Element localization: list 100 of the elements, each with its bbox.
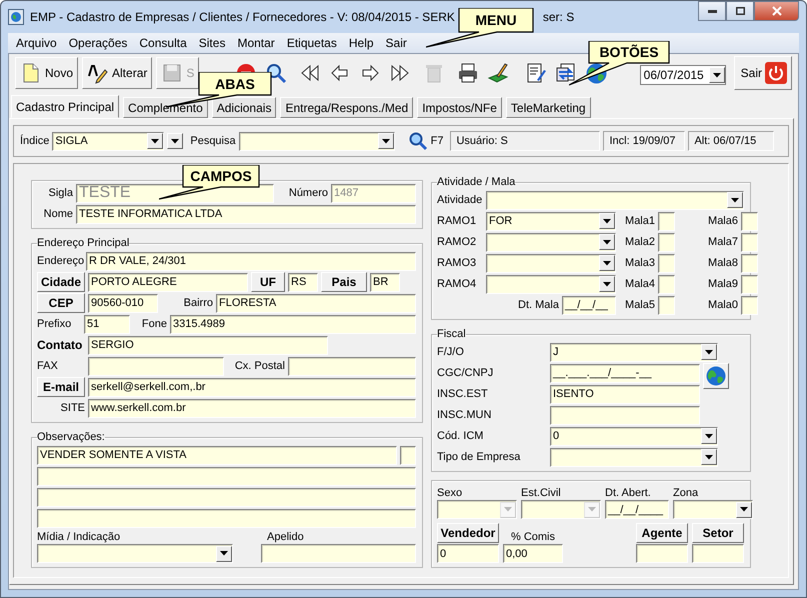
dropdown-field[interactable] — [521, 500, 601, 519]
text-field[interactable]: serkell@serkell.com,.br — [88, 378, 416, 396]
menu-item[interactable]: Arquivo — [10, 36, 63, 50]
globe-button[interactable] — [703, 363, 729, 389]
text-field[interactable] — [658, 232, 675, 252]
text-field[interactable]: PORTO ALEGRE — [88, 272, 248, 292]
dropdown-field[interactable] — [37, 544, 233, 563]
menu-item[interactable]: Operações — [62, 36, 134, 50]
toolbar-button[interactable]: Alterar — [82, 57, 152, 89]
text-field[interactable]: TESTE INFORMATICA LTDA — [76, 204, 416, 224]
caret-down-icon — [220, 551, 228, 556]
text-field[interactable]: __/__/____ — [605, 500, 669, 519]
field-label: Cx. Postal — [234, 360, 285, 372]
dropdown-field[interactable]: J — [550, 342, 718, 362]
caret-down-icon — [603, 218, 611, 224]
minimize-button[interactable] — [698, 1, 726, 21]
text-field[interactable] — [636, 544, 688, 563]
tab[interactable]: Impostos/NFe — [417, 97, 502, 118]
tab[interactable]: Adicionais — [212, 97, 276, 118]
maximize-button[interactable] — [726, 1, 754, 21]
lookup-button[interactable]: Setor — [692, 523, 744, 543]
dropdown-field[interactable]: FOR — [486, 212, 616, 230]
text-field[interactable] — [37, 508, 416, 528]
minimize-icon — [708, 10, 716, 12]
menu-item[interactable]: Consulta — [133, 36, 193, 50]
text-field[interactable]: 3315.4989 — [170, 314, 416, 334]
text-field[interactable]: SERGIO — [88, 336, 328, 354]
text-field[interactable]: RS — [288, 272, 318, 292]
text-field[interactable] — [741, 212, 758, 230]
menu-item[interactable]: Etiquetas — [280, 36, 343, 50]
exit-button[interactable]: Sair — [734, 56, 792, 90]
menu-item[interactable]: Sites — [192, 36, 232, 50]
globe-icon — [706, 366, 726, 386]
dropdown-field[interactable]: 0 — [550, 426, 718, 446]
text-field[interactable]: www.serkell.com.br — [88, 398, 416, 418]
text-field[interactable]: __/__/__ — [562, 296, 616, 314]
dropdown-field[interactable]: SIGLA — [52, 132, 164, 150]
text-field[interactable]: 0,00 — [503, 544, 563, 563]
dropdown-field[interactable] — [238, 132, 395, 150]
lookup-button[interactable]: Agente — [636, 523, 688, 543]
text-field[interactable]: R DR VALE, 24/301 — [86, 252, 416, 270]
close-icon — [772, 6, 782, 16]
text-field[interactable] — [288, 356, 416, 376]
text-field[interactable]: BR — [370, 272, 400, 292]
text-field[interactable] — [658, 212, 675, 230]
dropdown-field[interactable] — [437, 500, 517, 519]
text-field[interactable] — [741, 274, 758, 294]
tab[interactable]: Entrega/Respons./Med — [280, 97, 414, 118]
lookup-button[interactable]: Pais — [321, 272, 367, 292]
text-field[interactable] — [692, 544, 744, 563]
text-field[interactable] — [741, 232, 758, 252]
text-field[interactable] — [261, 544, 416, 563]
menu-item[interactable]: Help — [342, 36, 380, 50]
text-field[interactable] — [741, 296, 758, 314]
menu-item[interactable]: Sair — [380, 36, 413, 50]
window-title: EMP - Cadastro de Empresas / Clientes / Fornecedores - V: 08/04/2015 - SERK — [30, 10, 455, 24]
text-field[interactable]: VENDER SOMENTE A VISTA — [37, 446, 397, 464]
dropdown-field[interactable] — [486, 190, 744, 210]
text-field[interactable] — [550, 406, 700, 424]
text-field[interactable] — [741, 254, 758, 272]
dropdown-field[interactable] — [486, 232, 616, 252]
date-field[interactable]: 06/07/2015 — [640, 65, 726, 85]
lookup-button[interactable]: CEP — [37, 293, 85, 313]
lookup-button[interactable]: UF — [251, 272, 285, 292]
tab[interactable]: Cadastro Principal — [11, 95, 120, 118]
window-title: ser: S — [542, 10, 574, 24]
dropdown-field[interactable] — [486, 274, 616, 294]
text-field[interactable]: 51 — [84, 314, 130, 334]
field-label: Mídia / Indicação — [37, 531, 122, 543]
text-field[interactable] — [658, 296, 675, 314]
text-field[interactable] — [37, 466, 416, 486]
text-field[interactable] — [400, 446, 416, 464]
text-field[interactable] — [658, 274, 675, 294]
lookup-button[interactable]: Vendedor — [437, 523, 499, 543]
field-label: Mala0 — [707, 299, 738, 311]
text-field[interactable] — [658, 254, 675, 272]
field-label: Sigla — [48, 187, 73, 199]
tab[interactable]: TeleMarketing — [506, 97, 591, 118]
dropdown-field[interactable] — [486, 254, 616, 272]
text-field[interactable] — [37, 488, 416, 506]
search-icon — [265, 62, 288, 84]
field-label: Sexo — [437, 487, 464, 499]
field-label: Mala8 — [707, 257, 738, 269]
dropdown-field[interactable] — [673, 500, 753, 519]
close-button[interactable] — [754, 1, 799, 21]
toolbar-button[interactable]: Novo — [15, 57, 78, 89]
text-field[interactable]: ISENTO — [550, 384, 700, 404]
text-field[interactable] — [88, 356, 224, 376]
field-label: Contato — [37, 338, 84, 352]
menu-item[interactable]: Montar — [231, 36, 281, 50]
text-field[interactable]: FLORESTA — [216, 294, 416, 312]
lookup-button[interactable]: Cidade — [37, 272, 85, 292]
tab[interactable]: Complemento — [123, 97, 208, 118]
lookup-button[interactable]: E-mail — [37, 377, 85, 397]
dropdown-field[interactable] — [550, 448, 718, 466]
text-field[interactable]: 0 — [437, 544, 499, 563]
text-field[interactable]: 90560-010 — [88, 294, 158, 312]
callout-label: MENU — [475, 12, 517, 28]
caret-down-icon — [705, 350, 713, 354]
text-field[interactable]: __.___.___/____-__ — [550, 364, 700, 382]
